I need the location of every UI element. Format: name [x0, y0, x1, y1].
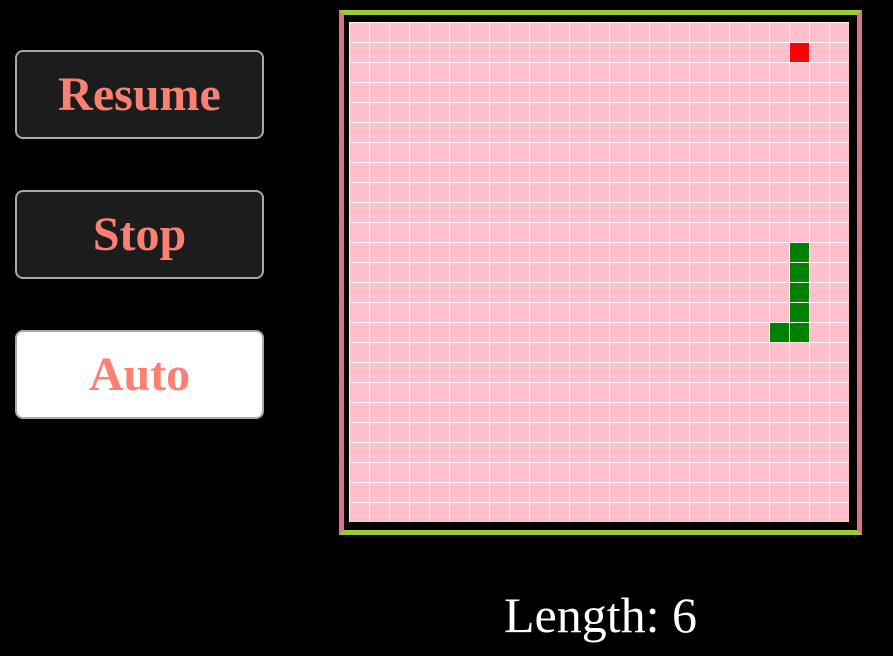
snake-segment [770, 323, 789, 342]
resume-button[interactable]: Resume [15, 50, 264, 139]
snake-segment [790, 243, 809, 262]
auto-button[interactable]: Auto [15, 330, 264, 419]
food-cell [790, 43, 809, 62]
length-label: Length: 6 [503, 587, 698, 643]
snake-segment [790, 323, 809, 342]
snake-segment [790, 283, 809, 302]
game-screen: Resume Stop Auto Length: 6 [0, 0, 893, 656]
snake-segment [790, 303, 809, 322]
snake-segment [790, 263, 809, 282]
stop-button[interactable]: Stop [15, 190, 264, 279]
game-board [349, 22, 849, 522]
